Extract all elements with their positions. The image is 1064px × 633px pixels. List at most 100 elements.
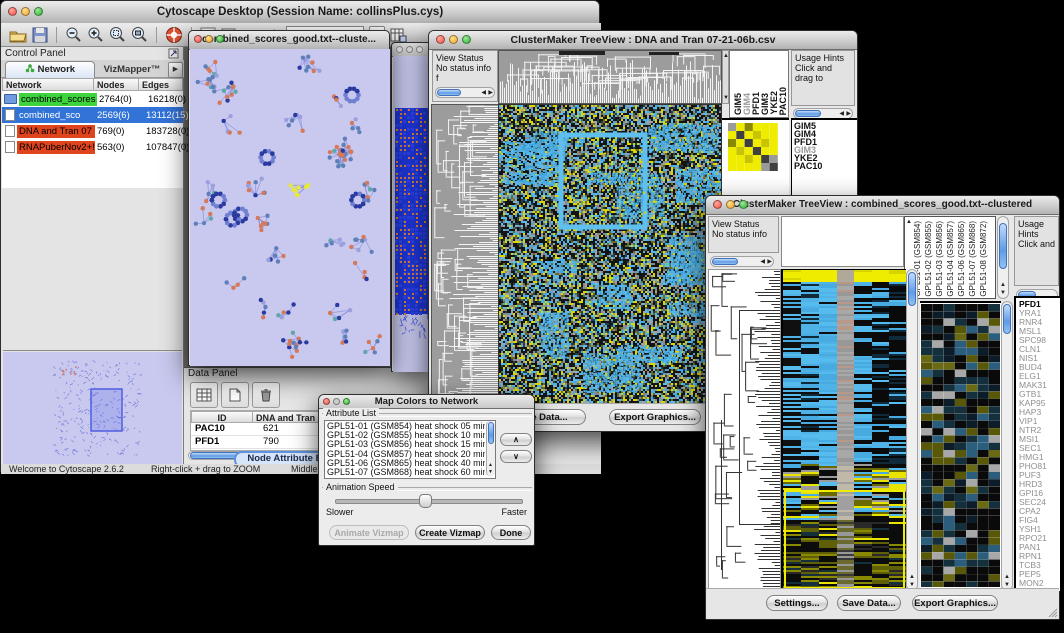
attribute-list[interactable]: GPL51-01 (GSM854) heat shock 05 minGPL51… bbox=[324, 420, 496, 479]
attribute-list-item[interactable]: GPL51-03 (GSM856) heat shock 15 min bbox=[327, 440, 485, 449]
network-edges: 183728(0) bbox=[144, 126, 193, 137]
zoom-button[interactable] bbox=[462, 35, 471, 44]
dense-cluster-canvas[interactable] bbox=[393, 56, 433, 372]
close-button[interactable] bbox=[194, 35, 202, 43]
dialog-titlebar[interactable]: Map Colors to Network bbox=[319, 395, 534, 409]
export-graphics-button[interactable]: Export Graphics... bbox=[609, 409, 701, 425]
view-status-hscrollbar[interactable]: ◀ ▶ bbox=[435, 87, 495, 98]
zoom-button[interactable] bbox=[34, 7, 43, 16]
attribute-list-item[interactable]: GPL51-06 (GSM865) heat shock 40 min bbox=[327, 459, 485, 468]
export-graphics-button[interactable]: Export Graphics... bbox=[912, 595, 998, 611]
dendro-scroll-strip[interactable]: ▲ ▼ bbox=[722, 50, 729, 104]
column-dendrogram-canvas[interactable] bbox=[498, 50, 722, 104]
zoom-in-icon[interactable] bbox=[87, 26, 104, 43]
network-list-row[interactable]: RNAPuberNov2+!563(0)107847(0) bbox=[2, 139, 183, 155]
close-button[interactable] bbox=[323, 398, 330, 405]
row-dendrogram-canvas[interactable] bbox=[431, 104, 500, 408]
scroll-up-arrow[interactable]: ▲ bbox=[1004, 574, 1010, 580]
scroll-up-arrow[interactable]: ▲ bbox=[1000, 282, 1006, 288]
attribute-list-item[interactable]: GPL51-07 (GSM868) heat shock 60 min bbox=[327, 468, 485, 477]
create-vizmap-button[interactable]: Create Vizmap bbox=[415, 525, 485, 540]
network-list-row[interactable]: DNA and Tran 07769(0)183728(0) bbox=[2, 123, 183, 139]
scroll-up-arrow[interactable]: ▲ bbox=[909, 574, 915, 580]
help-lifering-icon[interactable] bbox=[165, 26, 183, 44]
select-attributes-button[interactable] bbox=[190, 382, 218, 408]
save-icon[interactable] bbox=[32, 27, 48, 43]
column-dendrogram-area[interactable] bbox=[781, 216, 904, 267]
main-heatmap-canvas[interactable] bbox=[781, 269, 906, 592]
status-zoom-hint: Right-click + drag to ZOOM bbox=[151, 464, 260, 474]
treeview-combined-titlebar[interactable]: ClusterMaker TreeView : combined_scores_… bbox=[706, 196, 1059, 215]
heatmap-vscrollbar[interactable]: ▲ ▼ bbox=[906, 269, 918, 591]
scroll-left-arrow[interactable]: ◀ bbox=[839, 111, 844, 117]
resize-grip[interactable] bbox=[1048, 608, 1058, 618]
attribute-list-item[interactable]: GPL51-02 (GSM855) heat shock 10 min bbox=[327, 431, 485, 440]
float-panel-icon[interactable] bbox=[168, 48, 179, 59]
treeview-dna-titlebar[interactable]: ClusterMaker TreeView : DNA and Tran 07-… bbox=[429, 31, 857, 50]
delete-attribute-button[interactable] bbox=[252, 382, 280, 408]
done-button[interactable]: Done bbox=[491, 525, 531, 540]
move-down-button[interactable]: ∨ bbox=[500, 450, 532, 463]
attribute-browser-icon[interactable] bbox=[390, 27, 407, 43]
scroll-left-arrow[interactable]: ◀ bbox=[760, 259, 765, 265]
scroll-right-arrow[interactable]: ▶ bbox=[488, 90, 493, 96]
id-column-header[interactable]: ID bbox=[191, 411, 253, 423]
scroll-right-arrow[interactable]: ▶ bbox=[767, 259, 772, 265]
correlation-matrix-canvas[interactable] bbox=[728, 123, 778, 171]
gene-list-panel[interactable]: PFD1YRA1RNR4MSL1SPC98CLN1NIS1BUD4ELG1MAK… bbox=[1014, 296, 1060, 591]
minimize-button[interactable] bbox=[21, 7, 30, 16]
zoom-heatmap-canvas[interactable] bbox=[921, 304, 1000, 587]
zoom-heatmap-panel[interactable] bbox=[920, 301, 1001, 591]
network-canvas[interactable] bbox=[190, 49, 390, 366]
minimize-button[interactable] bbox=[449, 35, 458, 44]
attribute-list-item[interactable]: GPL51-04 (GSM857) heat shock 20 min bbox=[327, 450, 485, 459]
tab-overflow-button[interactable]: ▶ bbox=[168, 62, 183, 78]
scroll-down-arrow[interactable]: ▼ bbox=[488, 469, 493, 475]
header-network[interactable]: Network bbox=[2, 78, 94, 91]
attribute-list-vscrollbar[interactable]: ▲ ▼ bbox=[486, 421, 495, 476]
main-titlebar[interactable]: Cytoscape Desktop (Session Name: collins… bbox=[1, 1, 599, 24]
move-up-button[interactable]: ∧ bbox=[500, 433, 532, 446]
scroll-up-arrow[interactable]: ▲ bbox=[906, 219, 912, 225]
column-labels-panel[interactable]: GIM5GIM4PFD1GIM3YKE2PAC10 bbox=[729, 50, 789, 118]
zoom-button[interactable] bbox=[739, 200, 748, 209]
tab-vizmapper[interactable]: VizMapper™ bbox=[96, 62, 168, 77]
zoom-button[interactable] bbox=[416, 46, 423, 53]
attribute-list-item[interactable]: GPL51-01 (GSM854) heat shock 05 min bbox=[327, 422, 485, 431]
zoom-fit-icon[interactable] bbox=[131, 26, 148, 43]
row-dendrogram-canvas[interactable] bbox=[708, 269, 781, 593]
minimize-button[interactable] bbox=[333, 398, 340, 405]
zoom-button[interactable] bbox=[216, 35, 224, 43]
tab-network[interactable]: Network bbox=[5, 61, 95, 78]
header-nodes[interactable]: Nodes bbox=[93, 78, 139, 91]
close-button[interactable] bbox=[436, 35, 445, 44]
create-attribute-button[interactable] bbox=[221, 382, 249, 408]
scroll-down-arrow[interactable]: ▼ bbox=[1000, 290, 1006, 296]
labels-vscrollbar[interactable]: ▲ ▼ bbox=[997, 216, 1009, 299]
minimize-button[interactable] bbox=[406, 46, 413, 53]
main-heatmap-canvas[interactable] bbox=[498, 104, 722, 408]
settings-button[interactable]: Settings... bbox=[766, 595, 828, 611]
network-list-row[interactable]: combined_sco2569(6)13112(15) bbox=[2, 107, 183, 123]
animate-vizmap-button[interactable]: Animate Vizmap bbox=[329, 525, 409, 540]
network-name: combined_sco bbox=[17, 109, 95, 122]
open-file-icon[interactable] bbox=[9, 27, 27, 43]
zoom-selected-icon[interactable] bbox=[109, 26, 126, 43]
network-overview-canvas[interactable] bbox=[3, 352, 182, 464]
view-status-hscrollbar[interactable]: ◀ ▶ bbox=[710, 256, 774, 267]
scroll-right-arrow[interactable]: ▶ bbox=[846, 111, 851, 117]
close-button[interactable] bbox=[713, 200, 722, 209]
zoom-out-icon[interactable] bbox=[65, 26, 82, 43]
scroll-left-arrow[interactable]: ◀ bbox=[481, 90, 486, 96]
close-button[interactable] bbox=[8, 7, 17, 16]
header-edges[interactable]: Edges bbox=[138, 78, 183, 91]
zoom-button[interactable] bbox=[343, 398, 350, 405]
minimize-button[interactable] bbox=[205, 35, 213, 43]
zoom-vscrollbar[interactable]: ▲ ▼ bbox=[1001, 301, 1013, 591]
scroll-up-arrow[interactable]: ▲ bbox=[488, 462, 493, 468]
minimize-button[interactable] bbox=[726, 200, 735, 209]
animation-speed-slider-thumb[interactable] bbox=[419, 494, 432, 508]
close-button[interactable] bbox=[396, 46, 403, 53]
save-data-button[interactable]: Save Data... bbox=[837, 595, 901, 611]
network-list-row[interactable]: combined_scores2764(0)16218(0) bbox=[2, 91, 183, 107]
